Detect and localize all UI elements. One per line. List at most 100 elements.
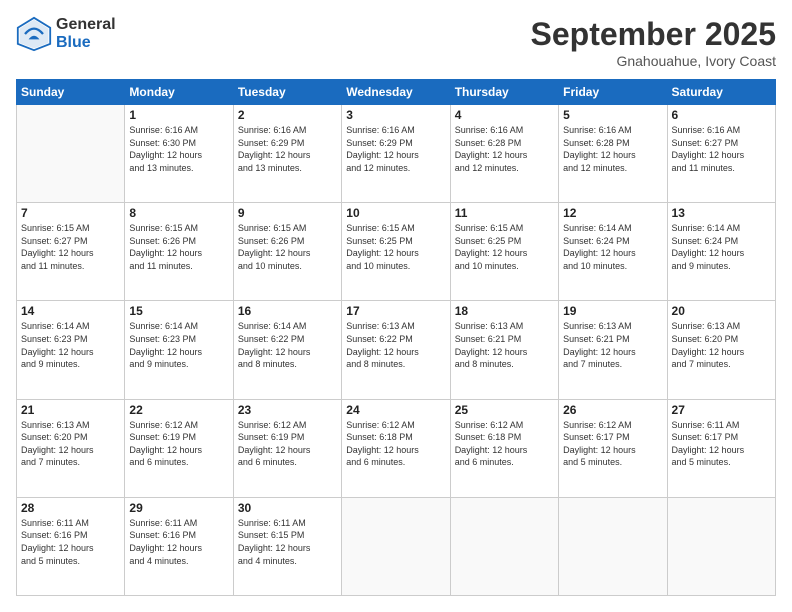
day-number: 25 (455, 403, 554, 417)
table-row (450, 497, 558, 595)
day-number: 12 (563, 206, 662, 220)
day-info: Sunrise: 6:15 AMSunset: 6:25 PMDaylight:… (455, 222, 554, 272)
day-info: Sunrise: 6:13 AMSunset: 6:21 PMDaylight:… (455, 320, 554, 370)
day-info: Sunrise: 6:11 AMSunset: 6:15 PMDaylight:… (238, 517, 337, 567)
day-info: Sunrise: 6:15 AMSunset: 6:26 PMDaylight:… (238, 222, 337, 272)
day-number: 1 (129, 108, 228, 122)
table-row (17, 105, 125, 203)
col-tuesday: Tuesday (233, 80, 341, 105)
day-number: 5 (563, 108, 662, 122)
day-number: 26 (563, 403, 662, 417)
table-row (342, 497, 450, 595)
table-row: 3 Sunrise: 6:16 AMSunset: 6:29 PMDaylight… (342, 105, 450, 203)
table-row: 16Sunrise: 6:14 AMSunset: 6:22 PMDayligh… (233, 301, 341, 399)
table-row: 7 Sunrise: 6:15 AMSunset: 6:27 PMDaylight… (17, 203, 125, 301)
day-number: 3 (346, 108, 445, 122)
table-row: 9 Sunrise: 6:15 AMSunset: 6:26 PMDaylight… (233, 203, 341, 301)
table-row: 4 Sunrise: 6:16 AMSunset: 6:28 PMDaylight… (450, 105, 558, 203)
day-info: Sunrise: 6:16 AMSunset: 6:27 PMDaylight:… (672, 124, 771, 174)
day-number: 4 (455, 108, 554, 122)
logo: General Blue (16, 16, 116, 52)
day-info: Sunrise: 6:16 AMSunset: 6:30 PMDaylight:… (129, 124, 228, 174)
day-info: Sunrise: 6:12 AMSunset: 6:18 PMDaylight:… (455, 419, 554, 469)
day-info: Sunrise: 6:14 AMSunset: 6:24 PMDaylight:… (563, 222, 662, 272)
day-number: 2 (238, 108, 337, 122)
calendar-week-row: 21Sunrise: 6:13 AMSunset: 6:20 PMDayligh… (17, 399, 776, 497)
day-info: Sunrise: 6:13 AMSunset: 6:20 PMDaylight:… (672, 320, 771, 370)
day-info: Sunrise: 6:16 AMSunset: 6:28 PMDaylight:… (455, 124, 554, 174)
table-row: 22Sunrise: 6:12 AMSunset: 6:19 PMDayligh… (125, 399, 233, 497)
table-row: 17 Sunrise: 6:13 AMSunset: 6:22 PMDayligh… (342, 301, 450, 399)
col-monday: Monday (125, 80, 233, 105)
table-row: 18 Sunrise: 6:13 AMSunset: 6:21 PMDayligh… (450, 301, 558, 399)
location-subtitle: Gnahouahue, Ivory Coast (531, 53, 776, 69)
calendar-table: Sunday Monday Tuesday Wednesday Thursday… (16, 79, 776, 596)
table-row: 30Sunrise: 6:11 AMSunset: 6:15 PMDayligh… (233, 497, 341, 595)
col-saturday: Saturday (667, 80, 775, 105)
day-number: 16 (238, 304, 337, 318)
table-row: 28 Sunrise: 6:11 AMSunset: 6:16 PMDayligh… (17, 497, 125, 595)
day-info: Sunrise: 6:14 AMSunset: 6:23 PMDaylight:… (129, 320, 228, 370)
calendar-week-row: 14Sunrise: 6:14 AMSunset: 6:23 PMDayligh… (17, 301, 776, 399)
day-number: 13 (672, 206, 771, 220)
table-row: 26Sunrise: 6:12 AMSunset: 6:17 PMDayligh… (559, 399, 667, 497)
day-number: 23 (238, 403, 337, 417)
table-row: 19 Sunrise: 6:13 AMSunset: 6:21 PMDayligh… (559, 301, 667, 399)
day-number: 8 (129, 206, 228, 220)
day-info: Sunrise: 6:16 AMSunset: 6:29 PMDaylight:… (346, 124, 445, 174)
day-info: Sunrise: 6:15 AMSunset: 6:27 PMDaylight:… (21, 222, 120, 272)
day-info: Sunrise: 6:14 AMSunset: 6:24 PMDaylight:… (672, 222, 771, 272)
col-friday: Friday (559, 80, 667, 105)
day-number: 6 (672, 108, 771, 122)
day-info: Sunrise: 6:16 AMSunset: 6:29 PMDaylight:… (238, 124, 337, 174)
table-row: 5Sunrise: 6:16 AMSunset: 6:28 PMDaylight… (559, 105, 667, 203)
calendar-header-row: Sunday Monday Tuesday Wednesday Thursday… (17, 80, 776, 105)
day-info: Sunrise: 6:13 AMSunset: 6:21 PMDaylight:… (563, 320, 662, 370)
calendar-week-row: 28 Sunrise: 6:11 AMSunset: 6:16 PMDayligh… (17, 497, 776, 595)
table-row: 14Sunrise: 6:14 AMSunset: 6:23 PMDayligh… (17, 301, 125, 399)
day-info: Sunrise: 6:11 AMSunset: 6:17 PMDaylight:… (672, 419, 771, 469)
day-number: 7 (21, 206, 120, 220)
day-info: Sunrise: 6:12 AMSunset: 6:19 PMDaylight:… (238, 419, 337, 469)
day-info: Sunrise: 6:13 AMSunset: 6:20 PMDaylight:… (21, 419, 120, 469)
day-number: 29 (129, 501, 228, 515)
header: General Blue September 2025 Gnahouahue, … (16, 16, 776, 69)
day-number: 28 (21, 501, 120, 515)
day-info: Sunrise: 6:15 AMSunset: 6:25 PMDaylight:… (346, 222, 445, 272)
table-row (559, 497, 667, 595)
table-row: 2 Sunrise: 6:16 AMSunset: 6:29 PMDaylight… (233, 105, 341, 203)
day-number: 20 (672, 304, 771, 318)
table-row: 12 Sunrise: 6:14 AMSunset: 6:24 PMDayligh… (559, 203, 667, 301)
day-info: Sunrise: 6:11 AMSunset: 6:16 PMDaylight:… (129, 517, 228, 567)
col-sunday: Sunday (17, 80, 125, 105)
day-number: 24 (346, 403, 445, 417)
table-row: 25 Sunrise: 6:12 AMSunset: 6:18 PMDayligh… (450, 399, 558, 497)
day-info: Sunrise: 6:12 AMSunset: 6:19 PMDaylight:… (129, 419, 228, 469)
day-info: Sunrise: 6:11 AMSunset: 6:16 PMDaylight:… (21, 517, 120, 567)
table-row: 11 Sunrise: 6:15 AMSunset: 6:25 PMDayligh… (450, 203, 558, 301)
day-info: Sunrise: 6:15 AMSunset: 6:26 PMDaylight:… (129, 222, 228, 272)
day-number: 9 (238, 206, 337, 220)
day-number: 19 (563, 304, 662, 318)
table-row: 29 Sunrise: 6:11 AMSunset: 6:16 PMDayligh… (125, 497, 233, 595)
day-number: 18 (455, 304, 554, 318)
day-number: 17 (346, 304, 445, 318)
table-row: 27 Sunrise: 6:11 AMSunset: 6:17 PMDayligh… (667, 399, 775, 497)
table-row: 8 Sunrise: 6:15 AMSunset: 6:26 PMDaylight… (125, 203, 233, 301)
table-row: 1 Sunrise: 6:16 AMSunset: 6:30 PMDaylight… (125, 105, 233, 203)
table-row: 23 Sunrise: 6:12 AMSunset: 6:19 PMDayligh… (233, 399, 341, 497)
table-row: 20 Sunrise: 6:13 AMSunset: 6:20 PMDayligh… (667, 301, 775, 399)
calendar-week-row: 1 Sunrise: 6:16 AMSunset: 6:30 PMDaylight… (17, 105, 776, 203)
day-number: 27 (672, 403, 771, 417)
day-info: Sunrise: 6:12 AMSunset: 6:18 PMDaylight:… (346, 419, 445, 469)
logo-icon (16, 16, 52, 52)
table-row: 24 Sunrise: 6:12 AMSunset: 6:18 PMDayligh… (342, 399, 450, 497)
logo-text: General Blue (56, 16, 116, 52)
col-wednesday: Wednesday (342, 80, 450, 105)
calendar-week-row: 7 Sunrise: 6:15 AMSunset: 6:27 PMDaylight… (17, 203, 776, 301)
table-row: 6 Sunrise: 6:16 AMSunset: 6:27 PMDaylight… (667, 105, 775, 203)
title-area: September 2025 Gnahouahue, Ivory Coast (531, 16, 776, 69)
table-row: 13 Sunrise: 6:14 AMSunset: 6:24 PMDayligh… (667, 203, 775, 301)
day-info: Sunrise: 6:13 AMSunset: 6:22 PMDaylight:… (346, 320, 445, 370)
day-number: 11 (455, 206, 554, 220)
